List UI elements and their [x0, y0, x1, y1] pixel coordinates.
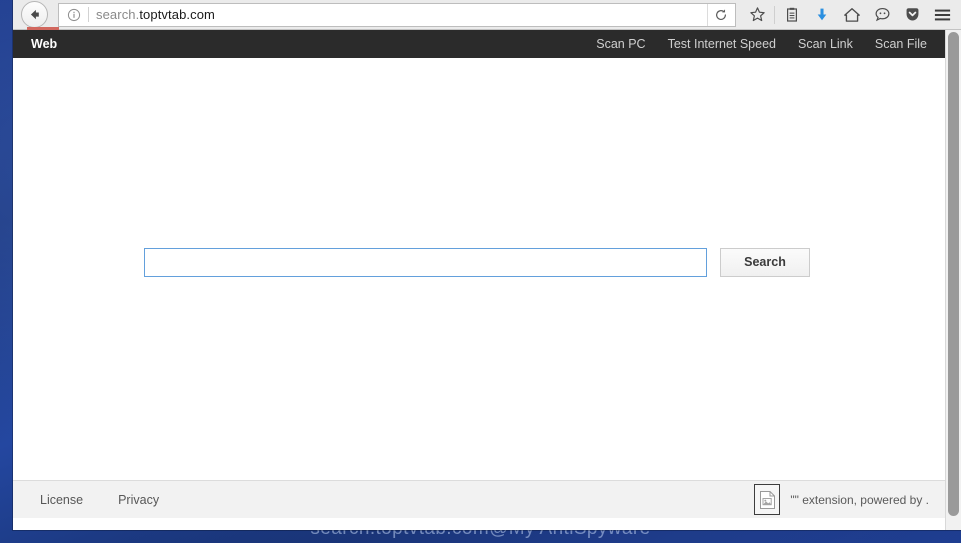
downloads-icon[interactable] — [807, 1, 837, 29]
url-domain: toptvtab.com — [139, 7, 215, 22]
sync-chat-icon[interactable] — [867, 1, 897, 29]
footer-links: License Privacy — [40, 493, 159, 507]
library-icon[interactable] — [777, 1, 807, 29]
tab-web[interactable]: Web — [13, 27, 73, 58]
home-icon[interactable] — [837, 1, 867, 29]
back-arrow-icon — [30, 9, 39, 20]
hamburger-menu-icon[interactable] — [927, 1, 957, 29]
site-navbar: Web Scan PC Test Internet Speed Scan Lin… — [13, 27, 945, 58]
scrollbar-thumb[interactable] — [948, 32, 959, 516]
page-bottom-strip — [13, 518, 945, 530]
pocket-icon[interactable] — [897, 1, 927, 29]
reload-icon — [715, 8, 726, 20]
reload-button[interactable] — [707, 3, 733, 26]
toolbar-icon-group — [742, 1, 957, 29]
page-content: Search — [13, 58, 945, 480]
footer-link-license[interactable]: License — [40, 493, 83, 507]
nav-link-test-internet-speed[interactable]: Test Internet Speed — [668, 37, 776, 51]
footer-link-privacy[interactable]: Privacy — [118, 493, 159, 507]
broken-image-icon — [754, 484, 781, 515]
nav-link-scan-file[interactable]: Scan File — [875, 37, 927, 51]
web-page: Web Scan PC Test Internet Speed Scan Lin… — [13, 27, 945, 530]
site-nav-links: Scan PC Test Internet Speed Scan Link Sc… — [596, 37, 945, 51]
url-bar[interactable]: search.toptvtab.com — [58, 2, 736, 27]
desktop-background: search.toptvtab.com@My AntiSpyware se — [0, 0, 961, 543]
site-nav-left: Web — [13, 27, 73, 58]
url-separator — [88, 7, 89, 22]
url-subdomain: search. — [96, 7, 140, 22]
vertical-scrollbar[interactable] — [945, 30, 961, 530]
tab-web-label: Web — [31, 37, 58, 51]
footer-extension-info: "" extension, powered by . — [754, 484, 929, 515]
nav-link-scan-pc[interactable]: Scan PC — [596, 37, 645, 51]
browser-toolbar: search.toptvtab.com — [13, 0, 961, 30]
search-input[interactable] — [144, 247, 707, 277]
search-button[interactable]: Search — [720, 247, 810, 277]
nav-link-scan-link[interactable]: Scan Link — [798, 37, 853, 51]
bookmark-star-icon[interactable] — [742, 1, 772, 29]
browser-window: search.toptvtab.com Web Scan PC Test Int… — [13, 0, 961, 530]
page-viewport: Web Scan PC Test Internet Speed Scan Lin… — [13, 27, 961, 530]
toolbar-divider — [774, 5, 775, 24]
extension-credit-text: "" extension, powered by . — [790, 492, 929, 507]
back-button[interactable] — [21, 1, 48, 28]
page-footer: License Privacy "" extension, powered by… — [13, 480, 945, 518]
url-text[interactable]: search.toptvtab.com — [96, 7, 707, 22]
info-circle-icon[interactable] — [65, 6, 83, 24]
search-form: Search — [144, 247, 810, 277]
